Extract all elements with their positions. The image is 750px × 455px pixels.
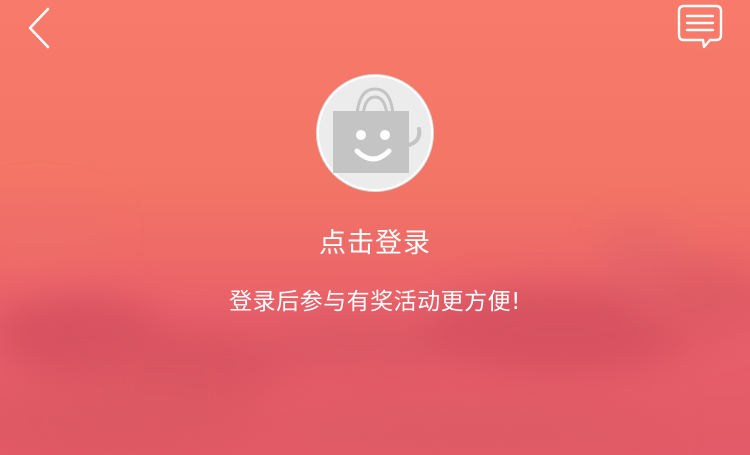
chevron-left-icon xyxy=(28,7,50,49)
login-hint-text: 登录后参与有奖活动更方便! xyxy=(229,289,521,315)
message-bubble-icon xyxy=(677,4,723,49)
avatar[interactable] xyxy=(317,75,433,191)
login-screen: 点击登录 登录后参与有奖活动更方便! xyxy=(0,0,750,455)
shopping-bag-smile-icon xyxy=(333,87,422,173)
message-button[interactable] xyxy=(676,3,724,51)
login-link[interactable]: 点击登录 xyxy=(0,224,750,264)
back-button[interactable] xyxy=(22,6,58,50)
